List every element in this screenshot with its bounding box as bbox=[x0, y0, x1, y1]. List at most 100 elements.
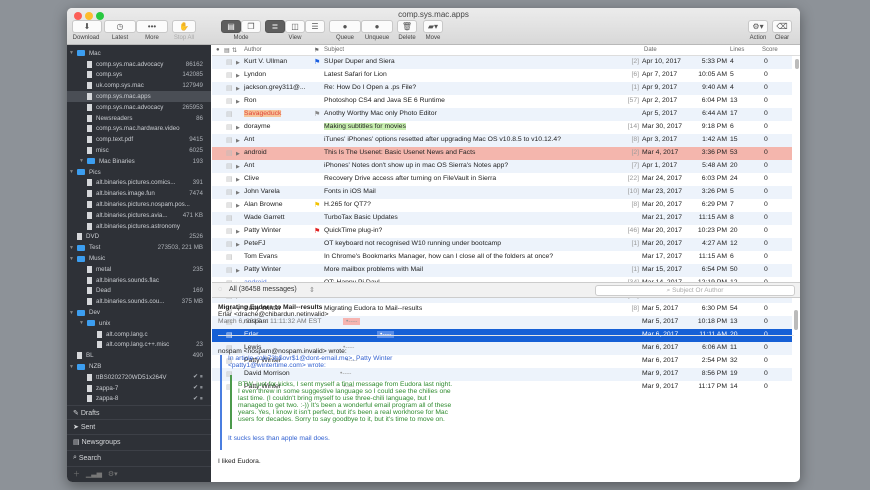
refresh-icon[interactable]: ◌ bbox=[218, 286, 222, 293]
disclosure-icon[interactable]: ▼ bbox=[69, 50, 74, 56]
unread-column-icon[interactable]: ● bbox=[216, 47, 220, 53]
disclosure-icon[interactable]: ▼ bbox=[79, 158, 84, 164]
disclosure-icon[interactable]: ▶ bbox=[236, 99, 240, 105]
table-row[interactable]: ▤ ▶ jackson.grey311@... Re: How Do I Open a… bbox=[212, 82, 792, 95]
table-row[interactable]: ▤ ▶ dorayme Making subtitles for movies [14]… bbox=[212, 121, 792, 134]
sidebar-item[interactable]: alt.comp.lang.c++.misc 23 bbox=[67, 340, 211, 351]
sidebar-item[interactable]: comp.sys.mac.advocacy 86162 bbox=[67, 59, 211, 70]
list-scrollbar[interactable] bbox=[795, 59, 799, 69]
sidebar-sent[interactable]: ➤ Sent bbox=[67, 419, 211, 434]
sidebar-item[interactable]: ▼ NZB bbox=[67, 361, 211, 372]
sidebar-item[interactable]: alt.binaries.pictures.astronomy bbox=[67, 221, 211, 232]
disclosure-icon[interactable]: ▶ bbox=[236, 138, 240, 144]
action-button[interactable]: ⚙▾ bbox=[748, 20, 768, 33]
sidebar-item[interactable]: comp.sys 142085 bbox=[67, 70, 211, 81]
table-row[interactable]: ▤ Tom Evans In Chrome's Bookmarks Manager,… bbox=[212, 251, 792, 264]
sidebar-item[interactable]: alt.binaries.sounds.flac bbox=[67, 275, 211, 286]
clear-button[interactable]: ⌫ bbox=[772, 20, 792, 33]
delete-button[interactable]: 🗑 bbox=[397, 20, 417, 33]
view-columns-button[interactable]: ◫ bbox=[285, 20, 305, 33]
table-row[interactable]: ▤ Savageduck ⚑ Anothy Worthy Mac only Photo… bbox=[212, 108, 792, 121]
gear-icon[interactable]: ⚙▾ bbox=[108, 470, 118, 478]
table-row[interactable]: ▤ ▶ Lyndon Latest Safari for Lion [6] Apr 7, … bbox=[212, 69, 792, 82]
filter-select[interactable]: All (36458 messages) bbox=[229, 286, 297, 293]
disclosure-icon[interactable]: ▶ bbox=[236, 86, 240, 92]
disclosure-icon[interactable]: ▶ bbox=[236, 164, 240, 170]
sidebar-newsgroups[interactable]: ▤ Newsgroups bbox=[67, 434, 211, 449]
sidebar-item[interactable]: ▼ Dev bbox=[67, 307, 211, 318]
sidebar-item[interactable]: comp.text.pdf 9415 bbox=[67, 134, 211, 145]
preview-scrollbar[interactable] bbox=[794, 310, 798, 330]
lines-column-header[interactable]: Lines bbox=[730, 47, 744, 53]
sidebar-item[interactable]: zappa-8 ✔ ⏸ bbox=[67, 394, 211, 405]
date-column-header[interactable]: Date bbox=[644, 47, 657, 53]
table-row[interactable]: ▤ ▶ Kurt V. Ullman ⚑ SUper Duper and Siera [2… bbox=[212, 56, 792, 69]
sidebar-item[interactable]: alt.binaries.image.fun 7474 bbox=[67, 188, 211, 199]
sidebar-item[interactable]: alt.binaries.sounds.cou... 375 MB bbox=[67, 296, 211, 307]
sidebar-item[interactable]: alt.binaries.pictures.nospam.pos... bbox=[67, 199, 211, 210]
table-row[interactable]: ▤ Wade Garrett TurboTax Basic Updates Mar 2… bbox=[212, 212, 792, 225]
table-row[interactable]: ▤ ▶ Ant iTunes' iPhones' options resetted a… bbox=[212, 134, 792, 147]
view-list-button[interactable]: ☰ bbox=[305, 20, 325, 33]
disclosure-icon[interactable]: ▼ bbox=[69, 169, 74, 175]
disclosure-icon[interactable]: ▼ bbox=[79, 320, 84, 326]
disclosure-icon[interactable]: ▼ bbox=[69, 364, 74, 370]
sidebar-item[interactable]: BL 490 bbox=[67, 350, 211, 361]
sidebar-item[interactable]: Dead 169 bbox=[67, 286, 211, 297]
table-row[interactable]: ▤ ▶ Patty Winter ⚑ QuickTime plug-in? [46] Mar… bbox=[212, 225, 792, 238]
sidebar-item[interactable]: uk.comp.sys.mac 127949 bbox=[67, 80, 211, 91]
sidebar-item[interactable]: comp.sys.mac.hardware.video bbox=[67, 124, 211, 135]
sidebar-item[interactable]: metal 235 bbox=[67, 264, 211, 275]
sidebar-item[interactable]: ttBS0202720WD51x264V ✔ ⏸ bbox=[67, 372, 211, 383]
sidebar-item[interactable]: ▼ Music bbox=[67, 253, 211, 264]
more-button[interactable]: ••• bbox=[136, 20, 168, 33]
attachment-column-icon[interactable]: ▤ bbox=[224, 47, 230, 54]
table-row[interactable]: ▤ ▶ PeteFJ OT keyboard not recognised W10 r… bbox=[212, 238, 792, 251]
sidebar-item[interactable]: comp.sys.mac.advocacy 265953 bbox=[67, 102, 211, 113]
table-row[interactable]: ▤ ▶ Clive Recovery Drive access after turni… bbox=[212, 173, 792, 186]
mode-binary-button[interactable]: ❐ bbox=[241, 20, 261, 33]
disclosure-icon[interactable]: ▼ bbox=[69, 245, 74, 251]
sidebar-item[interactable]: alt.binaries.pictures.avia... 471 KB bbox=[67, 210, 211, 221]
add-icon[interactable]: ＋ bbox=[73, 469, 80, 479]
disclosure-icon[interactable]: ▶ bbox=[236, 242, 240, 248]
sidebar-item[interactable]: ▼ Mac Binaries 193 bbox=[67, 156, 211, 167]
signal-icon[interactable]: ▁▃▅ bbox=[86, 470, 102, 478]
disclosure-icon[interactable]: ▶ bbox=[236, 125, 240, 131]
table-row[interactable]: ▤ ▶ Patty Winter More mailbox problems with… bbox=[212, 264, 792, 277]
stop-all-button[interactable]: ✋ bbox=[172, 20, 196, 33]
unqueue-button[interactable]: ● bbox=[361, 20, 393, 33]
sidebar-item[interactable]: DVD 2526 bbox=[67, 232, 211, 243]
sidebar-search[interactable]: ⌕ Search bbox=[67, 450, 211, 465]
disclosure-icon[interactable]: ▼ bbox=[69, 310, 74, 316]
view-threaded-button[interactable]: ≣ bbox=[265, 20, 285, 33]
disclosure-icon[interactable]: ▶ bbox=[236, 177, 240, 183]
chevron-updown-icon[interactable]: ⇕ bbox=[309, 286, 315, 294]
move-button[interactable]: ▰▾ bbox=[423, 20, 443, 33]
table-row[interactable]: ▤ ▶ John Varela Fonts in iOS Mail [10] Mar 23… bbox=[212, 186, 792, 199]
score-column-header[interactable]: Score bbox=[762, 47, 778, 53]
sidebar-item[interactable]: ▼ Mac bbox=[67, 48, 211, 59]
sidebar-item[interactable]: alt.comp.lang.c bbox=[67, 329, 211, 340]
table-row[interactable]: ▤▶ android This Is The Usenet: Basic Usene… bbox=[212, 147, 792, 160]
sidebar-item[interactable]: ▼ Pics bbox=[67, 167, 211, 178]
disclosure-icon[interactable]: ▶ bbox=[236, 151, 240, 157]
search-input[interactable]: ⌕ Subject Or Author bbox=[595, 285, 795, 296]
sidebar-drafts[interactable]: ✎ Drafts bbox=[67, 405, 211, 420]
disclosure-icon[interactable]: ▶ bbox=[236, 73, 240, 79]
table-row[interactable]: ▤ ▶ Alan Browne ⚑ H.265 for QT7? [8] Mar 20, 2… bbox=[212, 199, 792, 212]
sidebar-item[interactable]: misc 6025 bbox=[67, 145, 211, 156]
subject-column-header[interactable]: Subject bbox=[324, 47, 344, 53]
table-row[interactable]: ▤ ▶ Ron Photoshop CS4 and Java SE 6 Runtime… bbox=[212, 95, 792, 108]
thread-column-icon[interactable]: ⇅ bbox=[232, 47, 237, 54]
sidebar-item[interactable]: ▼ unix bbox=[67, 318, 211, 329]
disclosure-icon[interactable]: ▶ bbox=[236, 229, 240, 235]
disclosure-icon[interactable]: ▼ bbox=[69, 256, 74, 262]
table-row[interactable]: ▤ ▶ Ant iPhones' Notes don't show up in mac… bbox=[212, 160, 792, 173]
download-button[interactable]: ⬇ bbox=[72, 20, 102, 33]
sidebar-item[interactable]: Newsreaders 86 bbox=[67, 113, 211, 124]
mode-reader-button[interactable]: ▤ bbox=[221, 20, 241, 33]
sidebar-item[interactable]: alt.binaries.pictures.comics... 391 bbox=[67, 178, 211, 189]
queue-button[interactable]: ● bbox=[329, 20, 361, 33]
disclosure-icon[interactable]: ▶ bbox=[236, 60, 240, 66]
